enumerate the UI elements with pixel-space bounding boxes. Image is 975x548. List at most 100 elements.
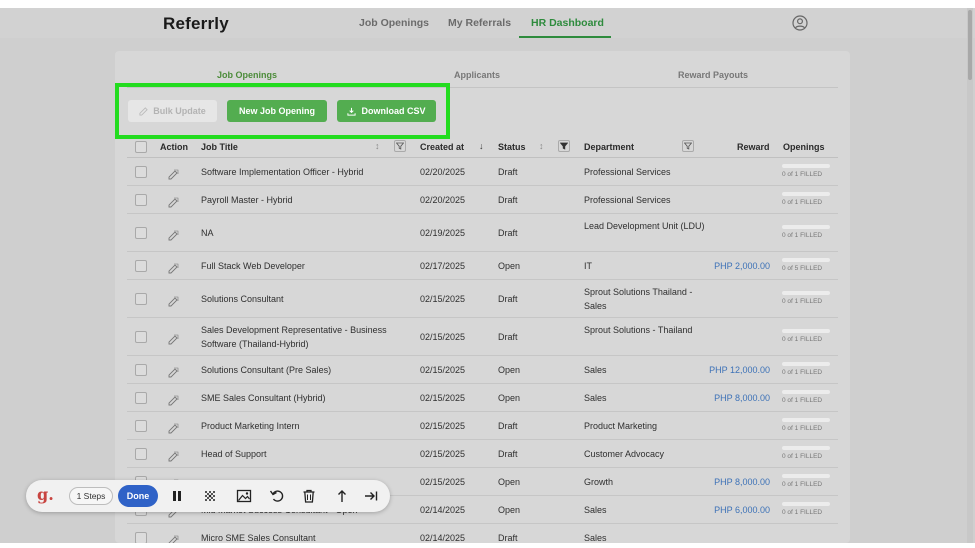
job-title[interactable]: Solutions Consultant (Pre Sales) xyxy=(201,363,406,377)
edit-icon[interactable] xyxy=(168,533,179,543)
status-text: Draft xyxy=(498,167,518,177)
status-text: Open xyxy=(498,365,521,375)
recorder-logo-icon[interactable]: g. xyxy=(37,485,54,504)
table-row[interactable]: Sales Development Representative - Busin… xyxy=(127,318,838,356)
table-row[interactable]: Micro SME Sales Consultant 02/14/2025 Draf… xyxy=(127,524,838,543)
sort-icon[interactable]: ↕ xyxy=(375,141,380,151)
edit-icon[interactable] xyxy=(168,449,179,461)
job-title[interactable]: Head of Support xyxy=(201,447,406,461)
nav-my-referrals[interactable]: My Referrals xyxy=(448,17,511,29)
table-row[interactable]: Full Stack Web Developer 02/17/2025 Open IT… xyxy=(127,252,838,280)
job-title[interactable]: Solutions Consultant xyxy=(201,292,406,306)
edit-icon[interactable] xyxy=(168,294,179,306)
job-title[interactable]: SME Sales Consultant (Hybrid) xyxy=(201,391,406,405)
reward-amount: PHP 12,000.00 xyxy=(709,365,770,375)
skip-end-icon[interactable] xyxy=(363,488,379,504)
job-title[interactable]: Payroll Master - Hybrid xyxy=(201,193,406,207)
user-account-icon[interactable] xyxy=(792,15,808,31)
steps-counter[interactable]: 1 Steps xyxy=(69,487,113,505)
edit-icon[interactable] xyxy=(168,365,179,377)
tab-reward-payouts[interactable]: Reward Payouts xyxy=(678,70,748,80)
row-checkbox[interactable] xyxy=(135,260,147,272)
row-checkbox[interactable] xyxy=(135,194,147,206)
openings-text: 0 of 1 FILLED xyxy=(782,453,823,460)
openings-text: 0 of 1 FILLED xyxy=(782,369,823,376)
page-scrollbar[interactable] xyxy=(967,8,973,543)
col-created-at[interactable]: Created at xyxy=(420,142,464,152)
openings-text: 0 of 1 FILLED xyxy=(782,509,823,516)
row-checkbox[interactable] xyxy=(135,364,147,376)
col-job-title[interactable]: Job Title xyxy=(201,142,238,152)
upload-icon[interactable] xyxy=(334,488,350,504)
col-status[interactable]: Status xyxy=(498,142,526,152)
pause-icon[interactable] xyxy=(169,488,185,504)
tab-job-openings[interactable]: Job Openings xyxy=(217,70,277,80)
job-title[interactable]: Product Marketing Intern xyxy=(201,419,406,433)
row-checkbox[interactable] xyxy=(135,532,147,543)
job-title[interactable]: Full Stack Web Developer xyxy=(201,259,406,273)
department: Sales xyxy=(584,533,607,543)
nav-hr-dashboard[interactable]: HR Dashboard xyxy=(531,17,604,29)
edit-icon[interactable] xyxy=(168,421,179,433)
status-text: Draft xyxy=(498,294,518,304)
image-icon[interactable] xyxy=(236,488,252,504)
blur-icon[interactable] xyxy=(202,488,218,504)
table-row[interactable]: SME Sales Consultant (Hybrid) 02/15/2025 O… xyxy=(127,384,838,412)
job-title[interactable]: Software Implementation Officer - Hybrid xyxy=(201,165,406,179)
row-checkbox[interactable] xyxy=(135,166,147,178)
status-text: Open xyxy=(498,393,521,403)
filter-icon[interactable] xyxy=(682,140,694,152)
tab-applicants[interactable]: Applicants xyxy=(454,70,500,80)
department: Product Marketing xyxy=(584,421,658,431)
filter-icon[interactable] xyxy=(558,140,570,152)
select-all-checkbox[interactable] xyxy=(135,141,147,153)
status-text: Draft xyxy=(498,533,518,543)
undo-icon[interactable] xyxy=(269,488,285,504)
nav-job-openings[interactable]: Job Openings xyxy=(359,17,429,29)
browser-top-strip xyxy=(0,0,975,8)
table-row[interactable]: Solutions Consultant (Pre Sales) 02/15/20… xyxy=(127,356,838,384)
sort-icon[interactable]: ↕ xyxy=(539,141,544,151)
status-text: Draft xyxy=(498,228,518,238)
table-row[interactable]: Payroll Master - Hybrid 02/20/2025 Draft Pr… xyxy=(127,186,838,214)
app-logo[interactable]: Referrly xyxy=(163,14,229,34)
edit-icon[interactable] xyxy=(168,167,179,179)
row-checkbox[interactable] xyxy=(135,448,147,460)
col-department[interactable]: Department xyxy=(584,142,634,152)
scrollbar-thumb[interactable] xyxy=(968,10,972,80)
openings-progress-bar xyxy=(782,418,830,422)
table-row[interactable]: Software Implementation Officer - Hybrid… xyxy=(127,158,838,186)
edit-icon[interactable] xyxy=(168,261,179,273)
created-at: 02/15/2025 xyxy=(420,332,466,342)
table-row[interactable]: Head of Support 02/15/2025 Draft Customer A… xyxy=(127,440,838,468)
edit-icon[interactable] xyxy=(168,393,179,405)
trash-icon[interactable] xyxy=(301,488,317,504)
sort-desc-icon[interactable]: ↓ xyxy=(479,141,484,151)
openings-progress-bar xyxy=(782,362,830,366)
department: Sprout Solutions - Thailand xyxy=(584,325,693,335)
openings-text: 0 of 1 FILLED xyxy=(782,336,823,343)
row-checkbox[interactable] xyxy=(135,331,147,343)
created-at: 02/15/2025 xyxy=(420,421,466,431)
openings-progress-bar xyxy=(782,502,830,506)
edit-icon[interactable] xyxy=(168,228,179,240)
openings-progress-bar xyxy=(782,225,830,229)
openings-progress-bar xyxy=(782,446,830,450)
row-checkbox[interactable] xyxy=(135,420,147,432)
row-checkbox[interactable] xyxy=(135,227,147,239)
openings-text: 0 of 1 FILLED xyxy=(782,397,823,404)
table-row[interactable]: Solutions Consultant 02/15/2025 Draft Sprou… xyxy=(127,280,838,318)
filter-icon[interactable] xyxy=(394,140,406,152)
department: Customer Advocacy xyxy=(584,449,665,459)
done-button[interactable]: Done xyxy=(118,485,158,507)
job-title[interactable]: Micro SME Sales Consultant xyxy=(201,531,406,543)
edit-icon[interactable] xyxy=(168,195,179,207)
table-row[interactable]: Product Marketing Intern 02/15/2025 Draft P… xyxy=(127,412,838,440)
row-checkbox[interactable] xyxy=(135,392,147,404)
openings-text: 0 of 5 FILLED xyxy=(782,265,823,272)
row-checkbox[interactable] xyxy=(135,293,147,305)
job-title[interactable]: NA xyxy=(201,226,406,240)
job-title[interactable]: Sales Development Representative - Busin… xyxy=(201,323,406,351)
edit-icon[interactable] xyxy=(168,332,179,344)
table-row[interactable]: NA 02/19/2025 Draft Lead Development Unit (… xyxy=(127,214,838,252)
